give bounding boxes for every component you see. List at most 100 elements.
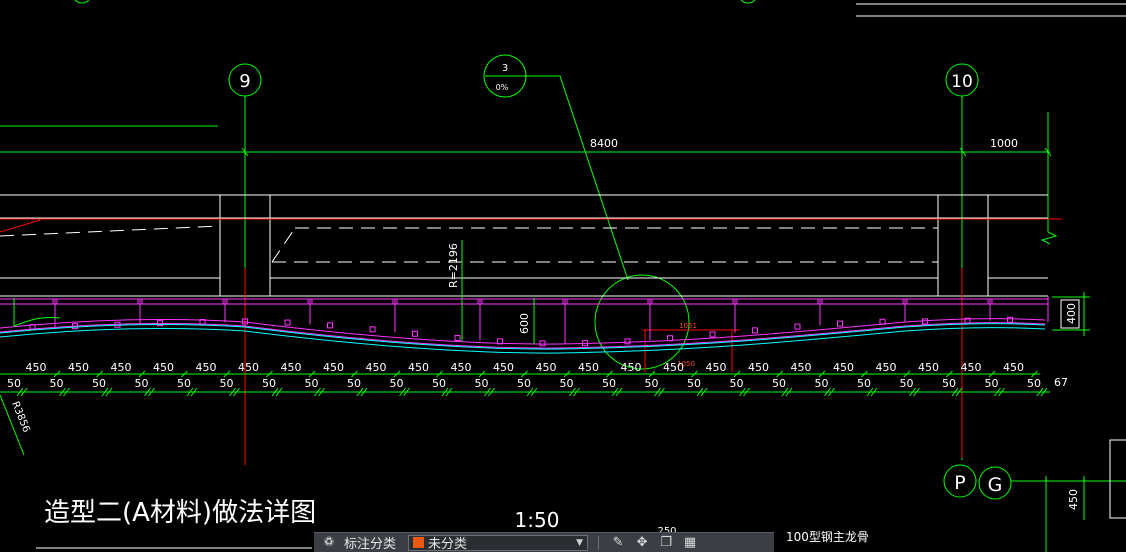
svg-text:G: G [988, 474, 1003, 496]
svg-text:10: 10 [951, 72, 973, 92]
dimension-text-50: 50 [517, 377, 531, 390]
layer-select-value: 未分类 [428, 537, 468, 552]
dimension-text-50: 50 [772, 377, 786, 390]
break-line [1040, 231, 1058, 245]
cad-annotation-toolbar: ♽ 标注分类 未分类 ▼ ✎ ✥ ❐ ▦ [314, 532, 774, 552]
move-icon[interactable]: ✥ [633, 535, 651, 551]
copy-icon[interactable]: ❐ [657, 535, 675, 551]
dimension-text-450: 450 [111, 361, 132, 374]
chevron-down-icon: ▼ [576, 537, 584, 548]
partial-circle-marker [740, 0, 756, 4]
grid-marker-9: 9 [228, 63, 262, 97]
grid-marker-g: G [978, 466, 1012, 500]
dimension-text-450: 450 [68, 361, 89, 374]
keel-clip [1007, 316, 1013, 323]
dimension-text-450: 450 [153, 361, 174, 374]
dimension-text-450: 450 [791, 361, 812, 374]
dimension-text-450: 450 [748, 361, 769, 374]
dimension-text-450: 450 [408, 361, 429, 374]
hidden-line [0, 225, 938, 263]
dimension-text-450: 450 [238, 361, 259, 374]
keel-clip [539, 340, 546, 347]
dimension-text-450: 450 [26, 361, 47, 374]
dimension-text-50: 50 [92, 377, 106, 390]
partial-circle-marker [74, 0, 90, 4]
keel-clip [412, 330, 418, 337]
svg-text:450: 450 [1067, 489, 1080, 510]
drawing-title: 造型二(A材料)做法详图 [44, 498, 316, 528]
dimension-text-450: 450 [536, 361, 557, 374]
keel-clip [327, 322, 333, 329]
keel-clip [837, 320, 843, 327]
svg-text:P: P [954, 472, 965, 494]
cad-drawing-canvas[interactable]: 9 10 3 0% 8400 1000 R=2196 600 400 1051 … [0, 0, 1126, 552]
dimension-row-450: 450 450 450 450 450 450 450 450 450 450 450 450 450 4… [26, 361, 1038, 378]
dimension-text-450: 450 [706, 361, 727, 374]
section-box [1109, 439, 1126, 519]
dimension-text-450: 450 [918, 361, 939, 374]
layer-color-swatch [413, 537, 425, 548]
structure-frame [0, 194, 1048, 297]
match-icon[interactable]: ♽ [320, 535, 338, 551]
dimension-text-50: 50 [305, 377, 319, 390]
dimension-text-450: 450 [196, 361, 217, 374]
dimension-text-450: 450 [876, 361, 897, 374]
dimension-text-50: 50 [390, 377, 404, 390]
keel-clip [794, 323, 801, 330]
top-dimension: 8400 1000 [0, 112, 1052, 232]
edit-icon[interactable]: ✎ [609, 535, 627, 551]
keel-clip [624, 338, 631, 345]
dimension-text-50: 50 [560, 377, 574, 390]
dimension-text-50: 50 [135, 377, 149, 390]
dimension-text-50: 50 [432, 377, 446, 390]
dimension-text-50: 50 [602, 377, 616, 390]
dimension-text-50: 50 [687, 377, 701, 390]
dimension-row-50: 50 50 50 50 50 50 50 50 50 50 50 50 50 50 50 50 50 50 50 50… [7, 377, 1048, 397]
dimension-text-50: 50 [645, 377, 659, 390]
dimension-text-50: 50 [50, 377, 64, 390]
layers-icon[interactable]: ▦ [681, 535, 699, 551]
svg-text:400: 400 [1065, 303, 1078, 324]
dimension-text-450: 450 [323, 361, 344, 374]
dimension-text-450: 450 [493, 361, 514, 374]
detail-circle [594, 274, 690, 370]
keel-clip [922, 318, 928, 325]
dimension-text-450: 450 [366, 361, 387, 374]
svg-text:9: 9 [239, 71, 250, 92]
svg-text:0%: 0% [496, 83, 509, 92]
dimension-text-450: 450 [621, 361, 642, 374]
side-dimension: 400 [1052, 292, 1090, 336]
dimension-text-50: 50 [177, 377, 191, 390]
svg-text:R3856: R3856 [9, 400, 31, 434]
svg-text:1000: 1000 [990, 137, 1018, 150]
keel-clip [752, 327, 758, 334]
dimension-text-450: 450 [578, 361, 599, 374]
diagonal-dimension: R3856 [0, 394, 32, 456]
dimension-text-50: 50 [985, 377, 999, 390]
dimension-text-50: 50 [347, 377, 361, 390]
callout-leader [525, 75, 629, 281]
dimension-text-450: 450 [451, 361, 472, 374]
grid-marker-p: P [943, 464, 977, 498]
detail-callout-marker: 3 0% [483, 54, 527, 98]
toolbar-separator [598, 535, 600, 550]
radius-label: R=2196 [447, 243, 460, 288]
dimension-text-50: 50 [262, 377, 276, 390]
dimension-text-450: 450 [961, 361, 982, 374]
drawing-scale: 1:50 [515, 508, 560, 532]
keel-label: 100型钢主龙骨 [786, 530, 869, 544]
dimension-text-50: 50 [900, 377, 914, 390]
small-dim-a: 1051 [679, 322, 697, 330]
dimension-text-50: 50 [857, 377, 871, 390]
dimension-text-50: 50 [475, 377, 489, 390]
svg-text:600: 600 [518, 313, 531, 334]
layer-select[interactable]: 未分类 ▼ [408, 534, 589, 552]
dimension-text-450: 450 [281, 361, 302, 374]
center-line [0, 218, 1062, 465]
grid-marker-10: 10 [945, 63, 979, 97]
svg-text:8400: 8400 [590, 137, 618, 150]
dimension-text-50: 50 [730, 377, 744, 390]
dimension-text-50: 50 [815, 377, 829, 390]
keel-clip [709, 331, 716, 338]
dimension-text-50: 50 [1027, 377, 1041, 390]
